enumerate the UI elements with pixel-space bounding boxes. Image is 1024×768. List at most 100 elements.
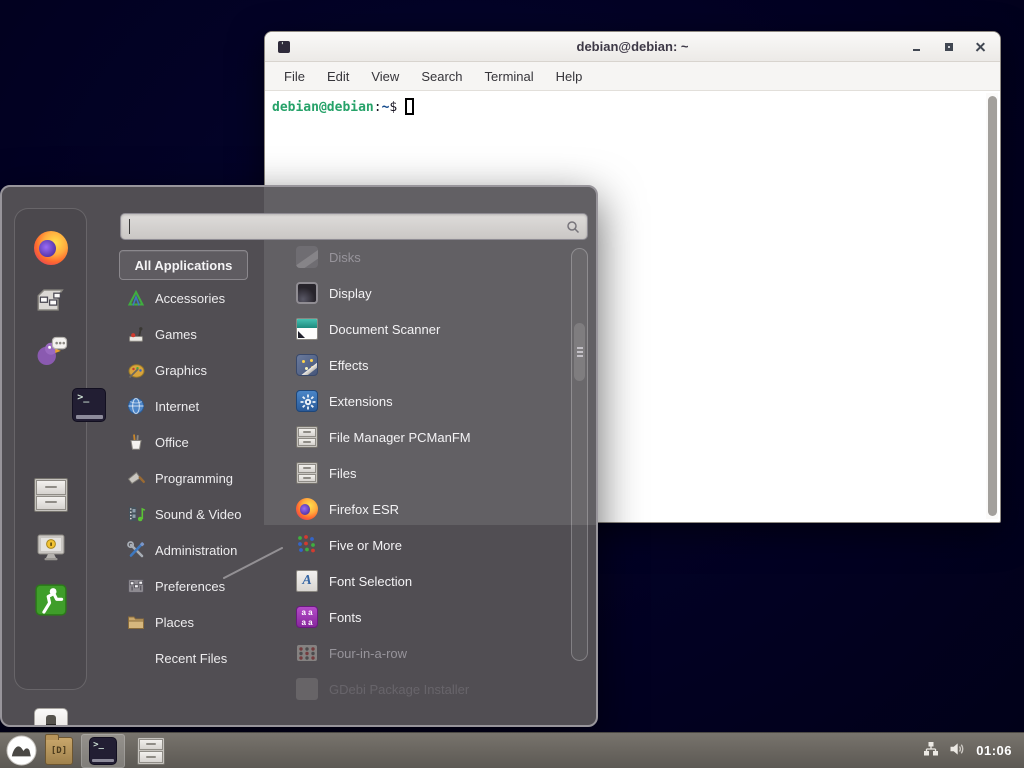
menubar-item-help[interactable]: Help [545, 65, 594, 88]
app-document-scanner[interactable]: Document Scanner [280, 311, 572, 347]
all-applications-button[interactable]: All Applications [119, 250, 248, 280]
accessories-icon [126, 288, 146, 308]
taskbar: [D] 01:06 [0, 732, 1024, 768]
folder-badge: [D] [46, 738, 72, 764]
app-effects[interactable]: Effects [280, 347, 572, 383]
app-list-scrollbar-thumb[interactable] [574, 323, 585, 381]
category-preferences[interactable]: Preferences [119, 568, 271, 604]
menubar-item-file[interactable]: File [273, 65, 316, 88]
search-input[interactable] [121, 214, 587, 239]
effects-icon [296, 354, 318, 376]
application-menu: All Applications Accessories [0, 185, 598, 727]
places-icon [126, 612, 146, 632]
category-places[interactable]: Places [119, 604, 271, 640]
minimize-button[interactable] [908, 38, 926, 56]
terminal-scrollbar-thumb[interactable] [988, 96, 997, 516]
prompt-symbol: $ [389, 100, 397, 115]
file-manager-sidebar-icon[interactable] [34, 478, 68, 512]
category-label: Office [155, 435, 189, 450]
app-label: Display [329, 286, 372, 301]
terminal-titlebar[interactable]: debian@debian: ~ [265, 32, 1000, 62]
file-manager-launcher[interactable] [137, 737, 165, 765]
app-label: Five or More [329, 538, 402, 553]
category-label: Administration [155, 543, 237, 558]
document-scanner-icon [296, 318, 318, 340]
app-five-or-more[interactable]: Five or More [280, 527, 572, 563]
internet-icon [126, 396, 146, 416]
menubar-item-terminal[interactable]: Terminal [474, 65, 545, 88]
firefox-launcher-icon[interactable] [34, 231, 68, 265]
lock-screen-icon[interactable] [34, 531, 68, 565]
maximize-button[interactable] [940, 38, 958, 56]
category-internet[interactable]: Internet [119, 388, 271, 424]
window-title: debian@debian: ~ [265, 39, 1000, 54]
terminal-task-button[interactable] [81, 734, 125, 768]
app-label: Fonts [329, 610, 362, 625]
file-manager-icon [296, 426, 318, 448]
disks-icon [296, 246, 318, 268]
menubar-item-search[interactable]: Search [410, 65, 473, 88]
app-fonts[interactable]: Fonts [280, 599, 572, 635]
firefox-icon [296, 498, 318, 520]
desktop-wallpaper: debian@debian: ~ File Edit View Search T… [0, 0, 1024, 768]
app-file-manager-pcmanfm[interactable]: File Manager PCManFM [280, 419, 572, 455]
category-graphics[interactable]: Graphics [119, 352, 271, 388]
search-field[interactable] [120, 213, 588, 240]
terminal-scrollbar[interactable] [986, 93, 998, 519]
app-disks[interactable]: Disks [280, 239, 572, 275]
menubar-item-edit[interactable]: Edit [316, 65, 360, 88]
app-label: Font Selection [329, 574, 412, 589]
network-icon[interactable] [922, 740, 940, 763]
extensions-icon [296, 390, 318, 412]
category-label: Accessories [155, 291, 225, 306]
app-label: GDebi Package Installer [329, 682, 469, 697]
app-label: Four-in-a-row [329, 646, 407, 661]
log-out-icon[interactable] [34, 583, 68, 617]
category-sound-video[interactable]: Sound & Video [119, 496, 271, 532]
app-files[interactable]: Files [280, 455, 572, 491]
all-applications-label: All Applications [135, 258, 233, 273]
category-games[interactable]: Games [119, 316, 271, 352]
app-font-selection[interactable]: Font Selection [280, 563, 572, 599]
category-administration[interactable]: Administration [119, 532, 271, 568]
four-in-a-row-icon [296, 642, 318, 664]
pidgin-icon[interactable] [34, 336, 68, 370]
app-label: Document Scanner [329, 322, 440, 337]
category-programming[interactable]: Programming [119, 460, 271, 496]
folder-launcher[interactable]: [D] [45, 737, 73, 765]
app-label: File Manager PCManFM [329, 430, 471, 445]
no-icon [126, 648, 146, 668]
category-accessories[interactable]: Accessories [119, 280, 271, 316]
terminal-cursor [405, 98, 414, 115]
app-label: Disks [329, 250, 361, 265]
fonts-icon [296, 606, 318, 628]
office-icon [126, 432, 146, 452]
five-or-more-icon [296, 534, 318, 556]
menubar-item-view[interactable]: View [360, 65, 410, 88]
menu-button[interactable] [6, 735, 37, 766]
category-label: Programming [155, 471, 233, 486]
character-map-icon[interactable] [34, 283, 68, 317]
terminal-window-icon [278, 41, 290, 53]
volume-icon[interactable] [948, 740, 966, 763]
files-icon [296, 462, 318, 484]
app-label: Firefox ESR [329, 502, 399, 517]
gdebi-icon [296, 678, 318, 700]
clock[interactable]: 01:06 [976, 743, 1012, 758]
category-list: Accessories Games [119, 280, 271, 676]
app-gdebi-package-installer[interactable]: GDebi Package Installer [280, 671, 572, 707]
shut-down-icon[interactable] [34, 708, 68, 727]
app-four-in-a-row[interactable]: Four-in-a-row [280, 635, 572, 671]
graphics-icon [126, 360, 146, 380]
category-recent-files[interactable]: Recent Files [119, 640, 271, 676]
app-display[interactable]: Display [280, 275, 572, 311]
terminal-launcher-icon[interactable] [72, 388, 106, 422]
app-list-scrollbar[interactable] [571, 248, 588, 661]
app-label: Files [329, 466, 356, 481]
display-icon [296, 282, 318, 304]
category-office[interactable]: Office [119, 424, 271, 460]
category-label: Places [155, 615, 194, 630]
app-extensions[interactable]: Extensions [280, 383, 572, 419]
app-firefox-esr[interactable]: Firefox ESR [280, 491, 572, 527]
close-button[interactable] [972, 38, 990, 56]
